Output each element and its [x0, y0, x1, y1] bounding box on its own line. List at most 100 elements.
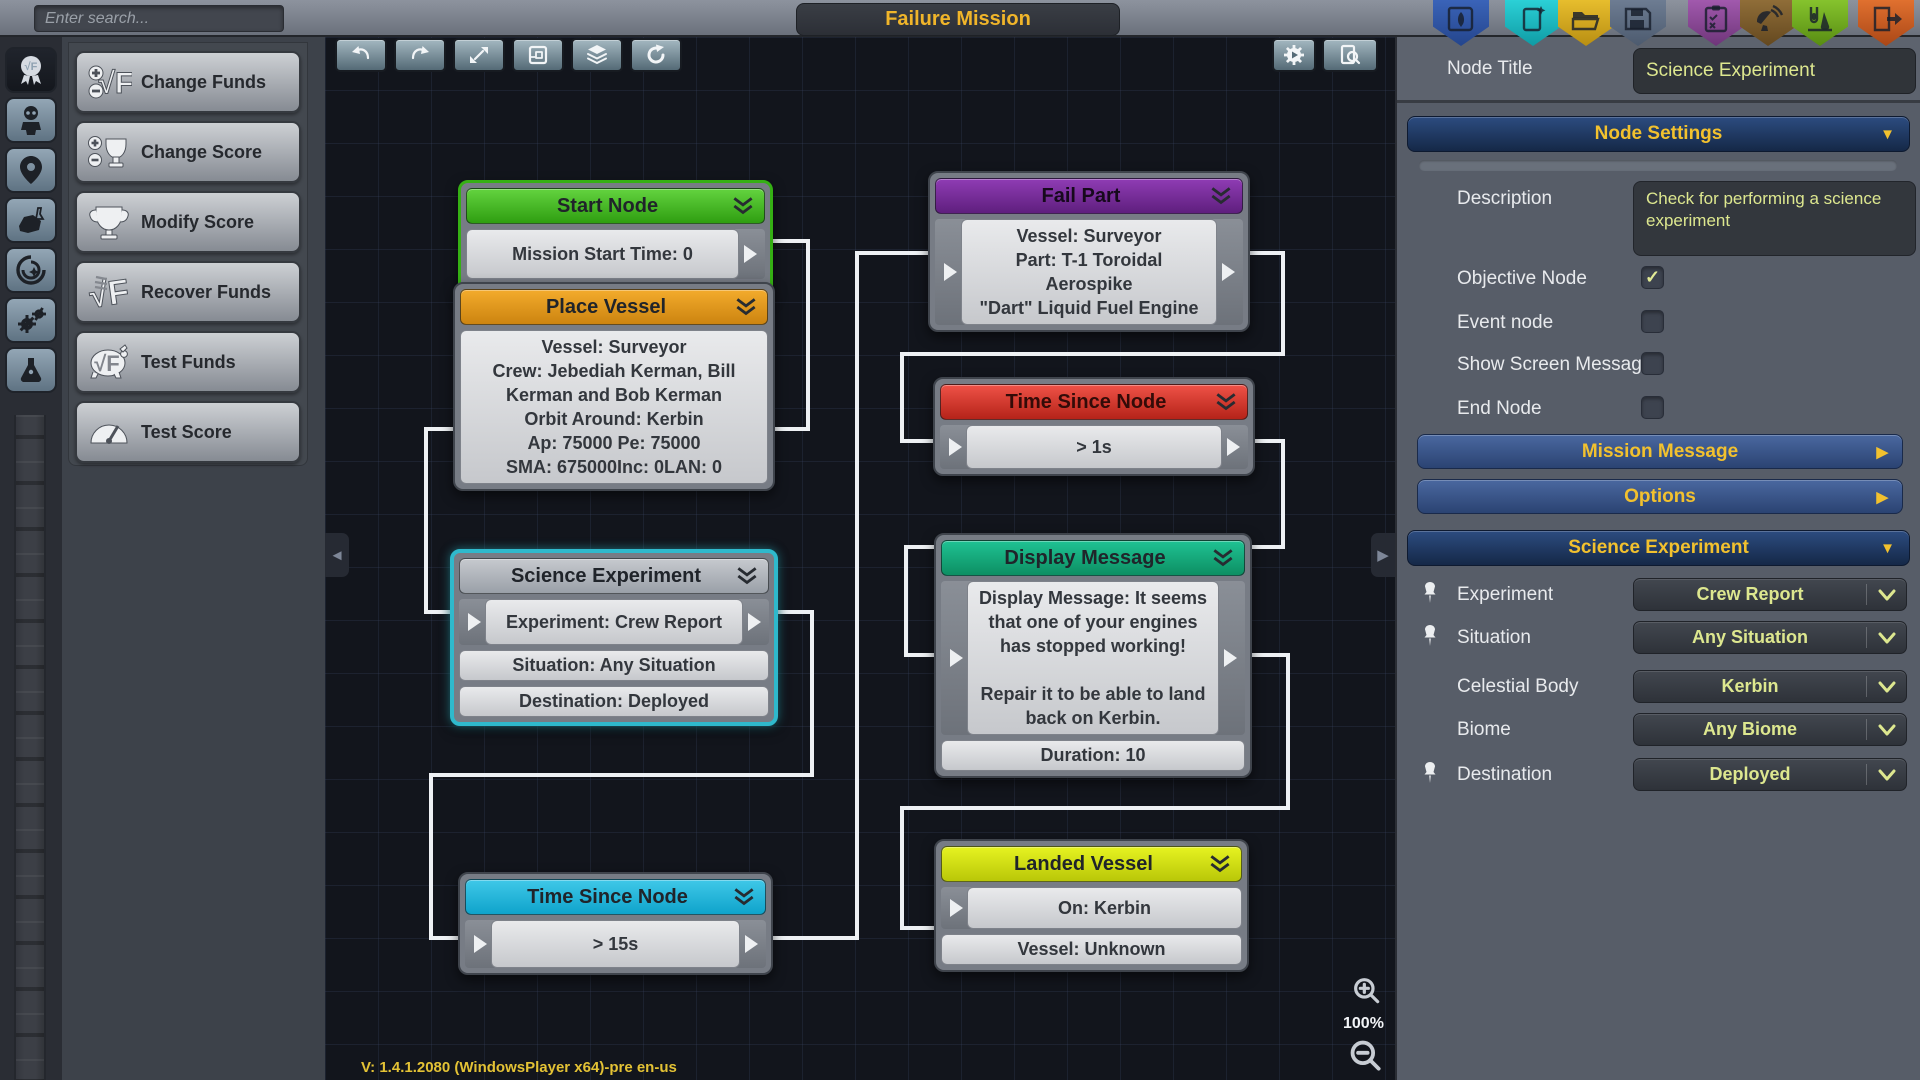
node-param-row[interactable]: Mission Start Time: 0 — [466, 229, 739, 279]
mission-title[interactable]: Failure Mission — [796, 3, 1120, 36]
node-summary[interactable]: Vessel: Surveyor Crew: Jebediah Kerman, … — [460, 330, 768, 484]
output-tab[interactable] — [735, 229, 765, 279]
node-science-experiment[interactable]: Science Experiment Experiment: Crew Repo… — [450, 549, 778, 726]
palette-item-test-score[interactable]: Test Score — [75, 401, 301, 463]
situation-dropdown[interactable]: Any Situation — [1633, 621, 1907, 654]
collapse-chevron-icon[interactable] — [731, 887, 757, 907]
layers-button[interactable] — [571, 38, 623, 72]
node-title: Place Vessel — [461, 296, 733, 319]
node-header[interactable]: Time Since Node — [940, 384, 1248, 420]
wire — [1250, 251, 1285, 255]
rail-tab-locations[interactable] — [5, 147, 57, 193]
pin-situation-toggle[interactable] — [1421, 625, 1439, 647]
palette-item-modify-score[interactable]: Modify Score — [75, 191, 301, 253]
mission-message-button[interactable]: Mission Message ▶ — [1417, 434, 1903, 469]
location-pin-icon — [15, 154, 47, 186]
undo-button[interactable] — [335, 38, 387, 72]
fit-view-button[interactable] — [453, 38, 505, 72]
collapse-chevron-icon[interactable] — [733, 297, 759, 317]
experiment-dropdown[interactable]: Crew Report — [1633, 578, 1907, 611]
objective-node-checkbox-checked[interactable]: ✓ — [1641, 266, 1664, 289]
redo-button[interactable] — [394, 38, 446, 72]
node-param-row[interactable]: Experiment: Crew Report — [485, 599, 743, 645]
node-header[interactable]: Science Experiment — [459, 558, 769, 594]
end-node-checkbox[interactable] — [1641, 396, 1664, 419]
node-param-row[interactable]: On: Kerbin — [967, 887, 1242, 929]
output-tab[interactable] — [739, 599, 769, 645]
node-param-row[interactable]: Vessel: Unknown — [941, 934, 1242, 965]
collapse-right-panel-tab[interactable]: ▶ — [1371, 533, 1395, 577]
node-palette: √F Change Funds Change Score — [68, 42, 308, 466]
output-tab[interactable] — [736, 920, 766, 968]
node-header[interactable]: Start Node — [466, 188, 765, 224]
biome-dropdown[interactable]: Any Biome — [1633, 713, 1907, 746]
mission-preview-button[interactable] — [1322, 38, 1378, 72]
reset-view-button[interactable] — [630, 38, 682, 72]
rail-tab-systems[interactable] — [5, 297, 57, 343]
frame-selection-button[interactable] — [512, 38, 564, 72]
node-param-row[interactable]: Duration: 10 — [941, 740, 1245, 771]
floppy-disk-icon — [1621, 4, 1655, 34]
pin-experiment-toggle[interactable] — [1421, 582, 1439, 604]
options-button[interactable]: Options ▶ — [1417, 479, 1903, 514]
node-param-row[interactable]: > 15s — [491, 920, 740, 968]
node-settings-header[interactable]: Node Settings ▼ — [1407, 116, 1910, 152]
palette-item-change-score[interactable]: Change Score — [75, 121, 301, 183]
celestial-body-dropdown[interactable]: Kerbin — [1633, 670, 1907, 703]
node-param-row[interactable]: Situation: Any Situation — [459, 650, 769, 681]
node-header[interactable]: Place Vessel — [460, 289, 768, 325]
node-param-row[interactable]: > 1s — [966, 425, 1222, 469]
palette-item-test-funds[interactable]: √F Test Funds — [75, 331, 301, 393]
mission-settings-button[interactable] — [1272, 38, 1316, 72]
recover-funds-icon: √F — [77, 271, 141, 313]
mission-graph-canvas[interactable]: ◄ ▶ Start Node Mission Start Time: 0 Pla… — [325, 37, 1395, 1080]
node-display-message[interactable]: Display Message Display Message: It seem… — [934, 533, 1252, 778]
collapse-chevron-icon[interactable] — [1208, 186, 1234, 206]
collapse-left-panel-tab[interactable]: ◄ — [325, 533, 349, 577]
node-landed-vessel[interactable]: Landed Vessel On: Kerbin Vessel: Unknown — [934, 839, 1249, 972]
collapse-chevron-icon[interactable] — [734, 566, 760, 586]
show-screen-message-checkbox[interactable] — [1641, 352, 1664, 375]
zoom-in-button[interactable] — [1351, 975, 1383, 1012]
dropdown-value: Deployed — [1634, 764, 1866, 785]
modify-score-icon — [77, 201, 141, 243]
rail-tab-kerbals[interactable] — [5, 97, 57, 143]
node-time-since-2[interactable]: Time Since Node > 1s — [933, 377, 1255, 476]
output-tab[interactable] — [1215, 581, 1245, 735]
node-header[interactable]: Time Since Node — [465, 879, 766, 915]
collapse-chevron-icon[interactable] — [1207, 854, 1233, 874]
node-header[interactable]: Display Message — [941, 540, 1245, 576]
output-tab[interactable] — [1213, 219, 1243, 325]
node-param-row[interactable]: Destination: Deployed — [459, 686, 769, 717]
button-label: Mission Message — [1582, 441, 1738, 463]
new-file-icon — [1516, 4, 1550, 34]
wire — [773, 239, 810, 243]
palette-item-change-funds[interactable]: √F Change Funds — [75, 51, 301, 113]
rail-tab-science[interactable] — [5, 197, 57, 243]
collapse-chevron-icon[interactable] — [1213, 392, 1239, 412]
zoom-out-button[interactable] — [1347, 1037, 1385, 1080]
node-place-vessel[interactable]: Place Vessel Vessel: Surveyor Crew: Jebe… — [453, 282, 775, 491]
node-summary[interactable]: Display Message: It seems that one of yo… — [967, 581, 1219, 735]
collapse-chevron-icon[interactable] — [730, 196, 756, 216]
rail-tab-orbits[interactable] — [5, 247, 57, 293]
node-header[interactable]: Fail Part — [935, 178, 1243, 214]
output-tab[interactable] — [1218, 425, 1248, 469]
description-input[interactable]: Check for performing a science experimen… — [1633, 181, 1916, 256]
science-experiment-header[interactable]: Science Experiment ▼ — [1407, 530, 1910, 566]
node-fail-part[interactable]: Fail Part Vessel: Surveyor Part: T-1 Tor… — [928, 171, 1250, 332]
node-summary[interactable]: Vessel: Surveyor Part: T-1 Toroidal Aero… — [961, 219, 1217, 325]
node-header[interactable]: Landed Vessel — [941, 846, 1242, 882]
node-start[interactable]: Start Node Mission Start Time: 0 — [458, 180, 773, 298]
rail-tab-funds[interactable]: √F — [5, 47, 57, 93]
palette-item-recover-funds[interactable]: √F Recover Funds — [75, 261, 301, 323]
chevron-down-icon: ▼ — [1880, 540, 1895, 557]
node-time-since-1[interactable]: Time Since Node > 15s — [458, 872, 773, 975]
rail-tab-experiments[interactable] — [5, 347, 57, 393]
search-input[interactable] — [34, 5, 284, 32]
destination-dropdown[interactable]: Deployed — [1633, 758, 1907, 791]
pin-destination-toggle[interactable] — [1421, 762, 1439, 784]
node-title-input[interactable]: Science Experiment — [1633, 48, 1916, 94]
event-node-checkbox[interactable] — [1641, 310, 1664, 333]
collapse-chevron-icon[interactable] — [1210, 548, 1236, 568]
